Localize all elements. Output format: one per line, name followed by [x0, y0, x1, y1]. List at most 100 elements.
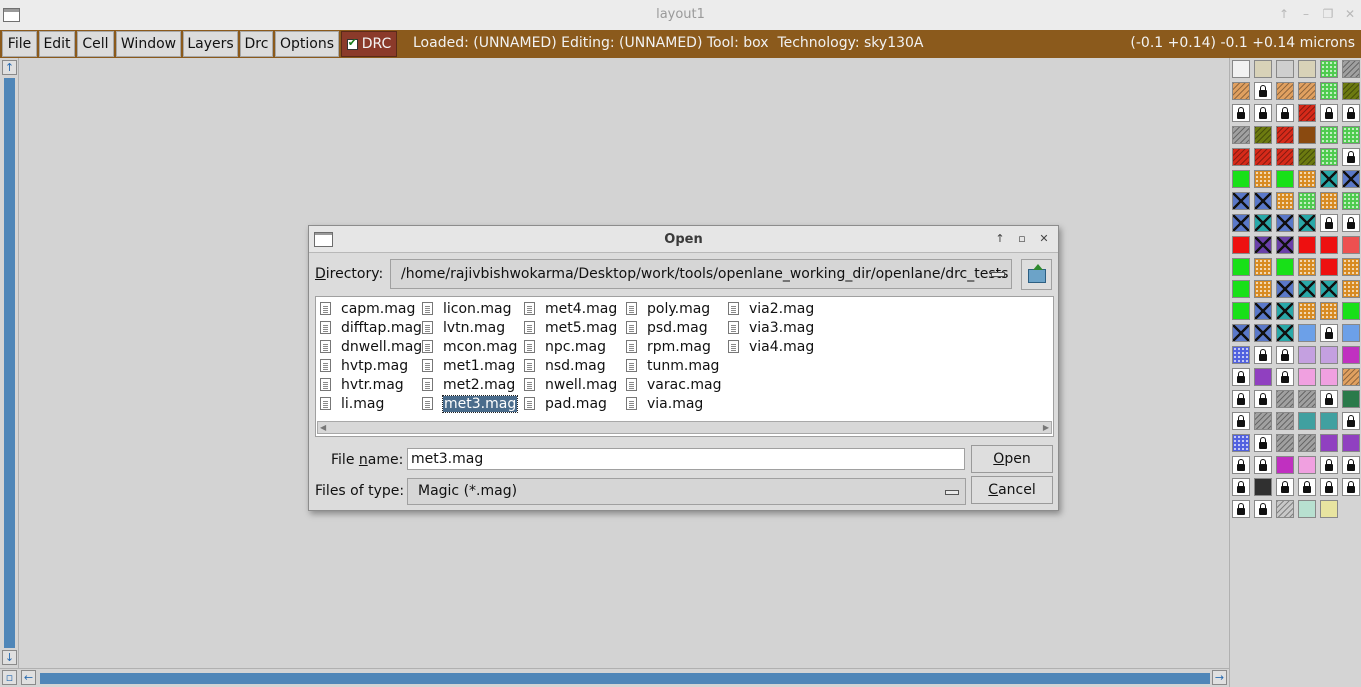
layer-tile[interactable] [1298, 104, 1316, 122]
layer-tile[interactable] [1276, 236, 1294, 254]
layer-tile[interactable] [1342, 214, 1360, 232]
zoom-box-icon[interactable]: ▫ [2, 670, 17, 685]
layer-tile[interactable] [1276, 148, 1294, 166]
layer-tile[interactable] [1232, 302, 1250, 320]
hscroll-right-icon[interactable]: ▶ [1043, 423, 1049, 432]
layer-tile[interactable] [1298, 412, 1316, 430]
hscroll-left-icon[interactable]: ◀ [320, 423, 326, 432]
layer-tile[interactable] [1298, 60, 1316, 78]
layer-tile[interactable] [1320, 236, 1338, 254]
layer-tile[interactable] [1320, 148, 1338, 166]
layer-tile[interactable] [1320, 192, 1338, 210]
layer-tile[interactable] [1232, 346, 1250, 364]
layer-tile[interactable] [1232, 236, 1250, 254]
file-item[interactable]: npc.mag [524, 337, 606, 356]
directory-dropdown[interactable]: /home/rajivbishwokarma/Desktop/work/tool… [390, 259, 1012, 289]
layer-tile[interactable] [1254, 500, 1272, 518]
scroll-left-arrow-icon[interactable]: ← [21, 670, 36, 685]
layer-tile[interactable] [1276, 302, 1294, 320]
layer-tile[interactable] [1232, 412, 1250, 430]
layer-tile[interactable] [1232, 126, 1250, 144]
dialog-raise-icon[interactable]: ↑ [993, 232, 1007, 246]
layer-tile[interactable] [1254, 434, 1272, 452]
menu-edit[interactable]: Edit [39, 31, 75, 57]
layer-tile[interactable] [1342, 412, 1360, 430]
layer-tile[interactable] [1276, 104, 1294, 122]
menu-file[interactable]: File [2, 31, 37, 57]
layer-tile[interactable] [1342, 126, 1360, 144]
layer-tile[interactable] [1276, 82, 1294, 100]
layer-tile[interactable] [1298, 500, 1316, 518]
layer-tile[interactable] [1254, 236, 1272, 254]
file-item[interactable]: psd.mag [626, 318, 708, 337]
layer-tile[interactable] [1276, 280, 1294, 298]
layer-tile[interactable] [1320, 280, 1338, 298]
file-item[interactable]: rpm.mag [626, 337, 711, 356]
layer-tile[interactable] [1276, 324, 1294, 342]
layer-tile[interactable] [1320, 346, 1338, 364]
file-item[interactable]: lvtn.mag [422, 318, 505, 337]
file-item[interactable]: via4.mag [728, 337, 814, 356]
layer-tile[interactable] [1298, 390, 1316, 408]
layer-tile[interactable] [1254, 478, 1272, 496]
layer-tile[interactable] [1254, 126, 1272, 144]
drc-checkbox-toggle[interactable]: DRC [341, 31, 397, 57]
layer-tile[interactable] [1298, 302, 1316, 320]
layer-tile[interactable] [1254, 346, 1272, 364]
layer-tile[interactable] [1254, 170, 1272, 188]
layer-tile[interactable] [1320, 214, 1338, 232]
layer-tile[interactable] [1298, 236, 1316, 254]
layer-tile[interactable] [1232, 456, 1250, 474]
menu-cell[interactable]: Cell [77, 31, 114, 57]
layer-tile[interactable] [1320, 434, 1338, 452]
maximize-icon[interactable]: ❐ [1319, 5, 1337, 23]
file-item[interactable]: mcon.mag [422, 337, 517, 356]
scroll-up-arrow-icon[interactable]: ↑ [2, 60, 17, 75]
minimize-icon[interactable]: – [1297, 5, 1315, 23]
layer-tile[interactable] [1342, 148, 1360, 166]
layer-tile[interactable] [1254, 324, 1272, 342]
layer-tile[interactable] [1342, 324, 1360, 342]
layer-tile[interactable] [1276, 412, 1294, 430]
layer-tile[interactable] [1254, 280, 1272, 298]
file-item[interactable]: met3.mag [422, 394, 519, 413]
layer-tile[interactable] [1232, 104, 1250, 122]
vertical-scroll-thumb[interactable] [4, 78, 15, 648]
layer-tile[interactable] [1254, 148, 1272, 166]
layer-tile[interactable] [1320, 258, 1338, 276]
file-item[interactable]: dnwell.mag [320, 337, 422, 356]
layer-tile[interactable] [1342, 434, 1360, 452]
layer-tile[interactable] [1342, 60, 1360, 78]
file-name-input[interactable] [407, 448, 965, 470]
layer-tile[interactable] [1320, 390, 1338, 408]
scroll-right-arrow-icon[interactable]: → [1212, 670, 1227, 685]
file-item[interactable]: poly.mag [626, 299, 710, 318]
file-list-hscrollbar[interactable]: ◀ ▶ [317, 421, 1052, 434]
file-type-select[interactable]: Magic (*.mag) [407, 478, 966, 505]
menu-options[interactable]: Options [275, 31, 339, 57]
file-item[interactable]: capm.mag [320, 299, 415, 318]
file-item[interactable]: met1.mag [422, 356, 515, 375]
menu-layers[interactable]: Layers [183, 31, 238, 57]
menu-drc[interactable]: Drc [240, 31, 273, 57]
layer-tile[interactable] [1320, 170, 1338, 188]
file-item[interactable]: pad.mag [524, 394, 607, 413]
layer-tile[interactable] [1342, 82, 1360, 100]
layer-tile[interactable] [1320, 412, 1338, 430]
layer-tile[interactable] [1276, 170, 1294, 188]
layer-tile[interactable] [1276, 60, 1294, 78]
file-item[interactable]: nwell.mag [524, 375, 617, 394]
layer-tile[interactable] [1232, 280, 1250, 298]
layer-tile[interactable] [1276, 214, 1294, 232]
layer-tile[interactable] [1342, 478, 1360, 496]
file-item[interactable]: difftap.mag [320, 318, 422, 337]
layer-tile[interactable] [1232, 170, 1250, 188]
file-item[interactable]: via2.mag [728, 299, 814, 318]
layer-tile[interactable] [1254, 82, 1272, 100]
vertical-scrollbar[interactable]: ↑ ↓ [0, 58, 19, 668]
raise-icon[interactable]: ↑ [1275, 5, 1293, 23]
layer-tile[interactable] [1276, 500, 1294, 518]
parent-directory-button[interactable] [1021, 259, 1052, 290]
layer-tile[interactable] [1342, 456, 1360, 474]
layer-tile[interactable] [1298, 170, 1316, 188]
